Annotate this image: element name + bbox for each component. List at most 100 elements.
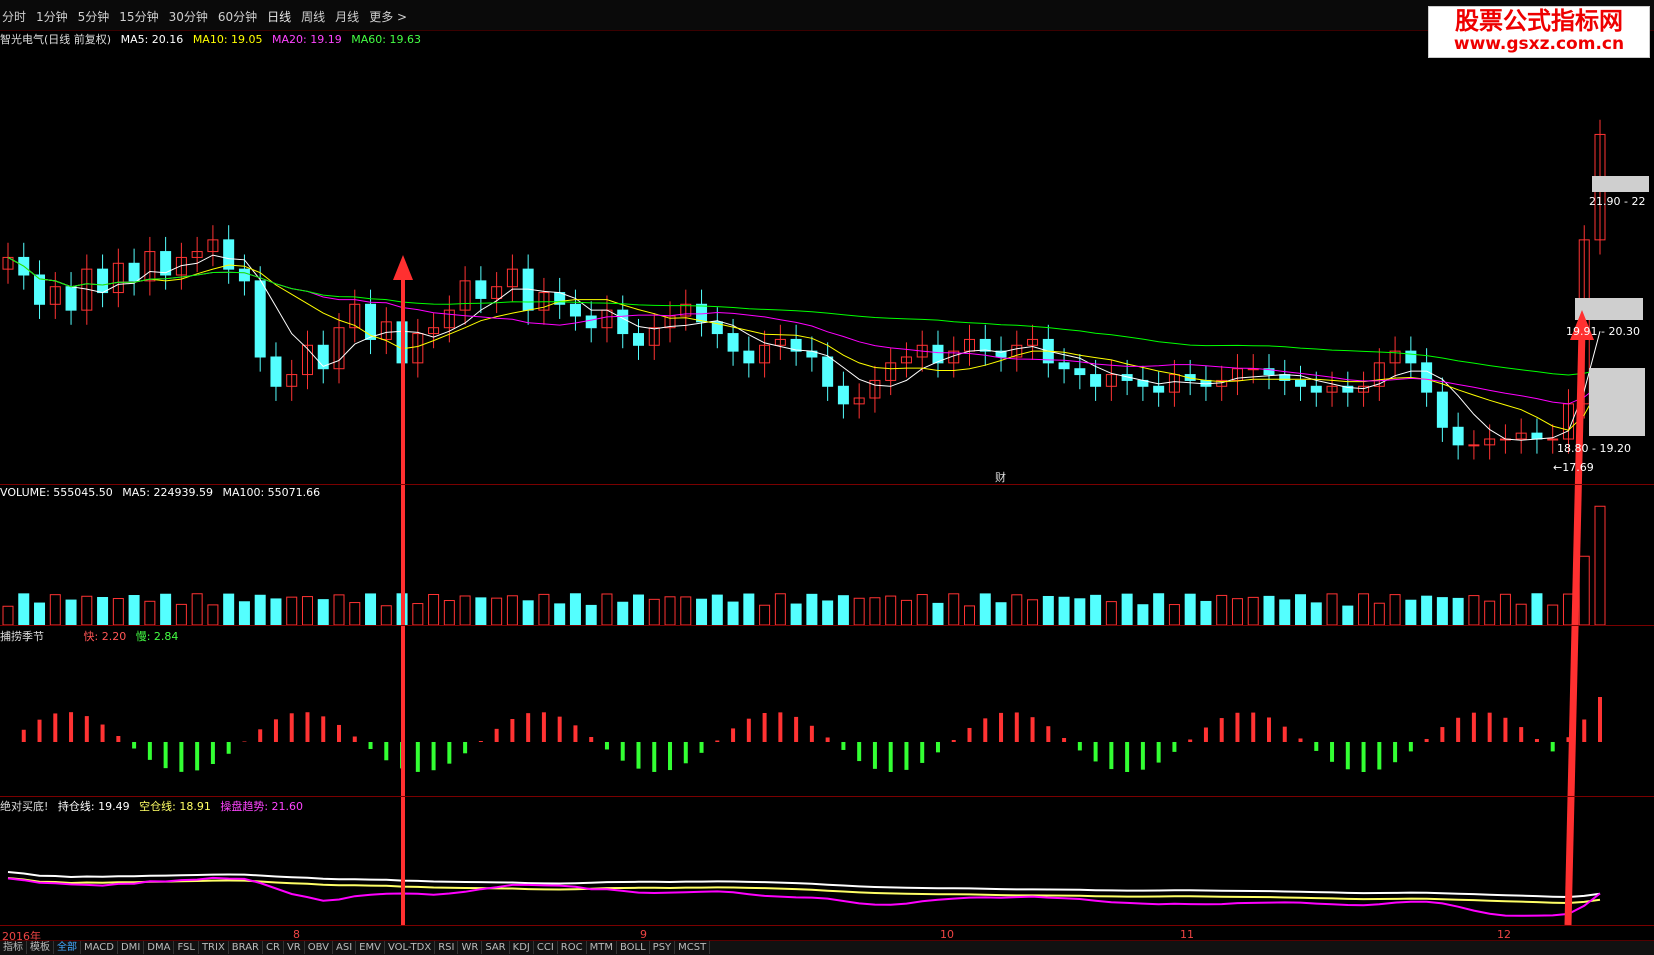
volume-bar-96 (1515, 603, 1527, 626)
indicator-tab-7[interactable]: TRIX (199, 941, 229, 954)
season-fast: 快: 2.20 (83, 630, 127, 643)
volume-bar-101 (1594, 505, 1606, 626)
period-9[interactable]: 更多 > (369, 10, 407, 24)
volume-bar-0 (2, 605, 14, 626)
volume-bar-12 (191, 593, 203, 626)
volume-bar-61 (964, 605, 976, 626)
indicator-tab-16[interactable]: WR (458, 941, 483, 954)
period-0[interactable]: 分时 (2, 10, 26, 24)
volume-bar-58 (916, 594, 928, 626)
volume-bar-33 (522, 600, 534, 626)
indicator-tab-18[interactable]: KDJ (510, 941, 534, 954)
period-4[interactable]: 30分钟 (169, 10, 208, 24)
volume-bar-55 (869, 597, 881, 626)
period-1[interactable]: 1分钟 (36, 10, 68, 24)
volume-bar-80 (1263, 595, 1275, 626)
volume-bar-30 (475, 597, 487, 626)
candle-body-44 (696, 303, 708, 323)
pane-divider-3 (0, 796, 1654, 797)
volume-bar-97 (1531, 593, 1543, 626)
indicator-tab-19[interactable]: CCI (534, 941, 558, 954)
candle-body-91 (1436, 391, 1448, 428)
volume-bar-57 (900, 599, 912, 626)
volume-bar-50 (790, 603, 802, 626)
volume-bar-23 (365, 593, 377, 626)
volume-bar-26 (412, 603, 424, 626)
ma60-label: MA60: 19.63 (351, 33, 421, 46)
indicator-tab-6[interactable]: FSL (174, 941, 199, 954)
empty-line-label: 空仓线: 18.91 (139, 800, 211, 813)
ma10-label: MA10: 19.05 (192, 33, 263, 46)
indicator-tab-1[interactable]: 模板 (27, 941, 54, 954)
volume-bar-60 (948, 593, 960, 626)
volume-bar-87 (1373, 602, 1385, 626)
pane-divider-1 (0, 484, 1654, 485)
volume-bar-66 (1042, 595, 1054, 626)
period-6[interactable]: 日线 (267, 10, 291, 24)
volume-bar-20 (317, 599, 329, 626)
candle-body-83 (1310, 385, 1322, 393)
volume-bar-49 (774, 593, 786, 626)
indicator-tab-13[interactable]: EMV (356, 941, 385, 954)
indicator-tab-10[interactable]: VR (284, 941, 305, 954)
indicator-tab-21[interactable]: MTM (587, 941, 617, 954)
stock-name: 智光电气(日线 前复权) (0, 33, 112, 46)
volume-bar-95 (1499, 593, 1511, 626)
indicator-tab-12[interactable]: ASI (333, 941, 357, 954)
indicator-tab-5[interactable]: DMA (144, 941, 175, 954)
candle-body-15 (238, 268, 250, 282)
candle-body-8 (128, 262, 140, 282)
indicator-tab-17[interactable]: SAR (482, 941, 510, 954)
volume-bar-48 (759, 604, 771, 626)
period-3[interactable]: 15分钟 (119, 10, 158, 24)
candle-body-68 (1074, 368, 1086, 376)
volume-bar-88 (1389, 594, 1401, 626)
volume-bar-69 (1090, 594, 1102, 626)
volume-bar-81 (1279, 599, 1291, 626)
indicator-tab-3[interactable]: MACD (81, 941, 118, 954)
volume-bar-82 (1295, 594, 1307, 626)
volume-bar-93 (1468, 595, 1480, 626)
volume-ma5-label: MA5: 224939.59 (122, 486, 213, 499)
period-7[interactable]: 周线 (301, 10, 325, 24)
volume-bar-39 (617, 601, 629, 626)
indicator-tab-23[interactable]: PSY (650, 941, 676, 954)
indicator-tab-0[interactable]: 指标 (0, 941, 27, 954)
candle-body-89 (1405, 350, 1417, 364)
volume-bar-22 (349, 602, 361, 626)
red-arrow-right (1564, 329, 1586, 926)
indicator-tab-9[interactable]: CR (263, 941, 284, 954)
volume-bar-79 (1247, 596, 1259, 626)
volume-bar-40 (632, 594, 644, 626)
candle-body-69 (1090, 374, 1102, 387)
period-2[interactable]: 5分钟 (78, 10, 110, 24)
period-8[interactable]: 月线 (335, 10, 359, 24)
indicator-tab-22[interactable]: BOLL (617, 941, 650, 954)
volume-bar-21 (333, 594, 345, 626)
volume-bar-10 (160, 593, 172, 626)
indicator-tab-14[interactable]: VOL-TDX (385, 941, 436, 954)
volume-bar-28 (443, 600, 455, 626)
volume-bar-36 (569, 593, 581, 626)
indicator-tab-11[interactable]: OBV (305, 941, 333, 954)
candle-body-98 (1547, 438, 1559, 441)
candle-body-37 (585, 315, 597, 329)
indicator-tab-4[interactable]: DMI (118, 941, 145, 954)
period-5[interactable]: 60分钟 (218, 10, 257, 24)
indicator-tab-2[interactable]: 全部 (54, 941, 81, 954)
indicator-tab-24[interactable]: MCST (675, 941, 711, 954)
volume-bar-38 (601, 593, 613, 626)
volume-bar-14 (223, 593, 235, 626)
candle-body-39 (617, 309, 629, 335)
indicator-tab-20[interactable]: ROC (558, 941, 587, 954)
candle-body-16 (254, 280, 266, 358)
finance-marker[interactable]: 财 (995, 469, 1006, 485)
candle-body-4 (65, 286, 77, 311)
volume-bar-59 (932, 602, 944, 626)
ma5-label: MA5: 20.16 (120, 33, 184, 46)
bottom-panel-info: 绝对买底! 持仓线: 19.49 空仓线: 18.91 操盘趋势: 21.60 (0, 798, 309, 814)
volume-bar-6 (97, 597, 109, 626)
season-panel-info: 捕捞季节 快: 2.20 慢: 2.84 (0, 628, 184, 644)
indicator-tab-8[interactable]: BRAR (229, 941, 263, 954)
indicator-tab-15[interactable]: RSI (435, 941, 459, 954)
